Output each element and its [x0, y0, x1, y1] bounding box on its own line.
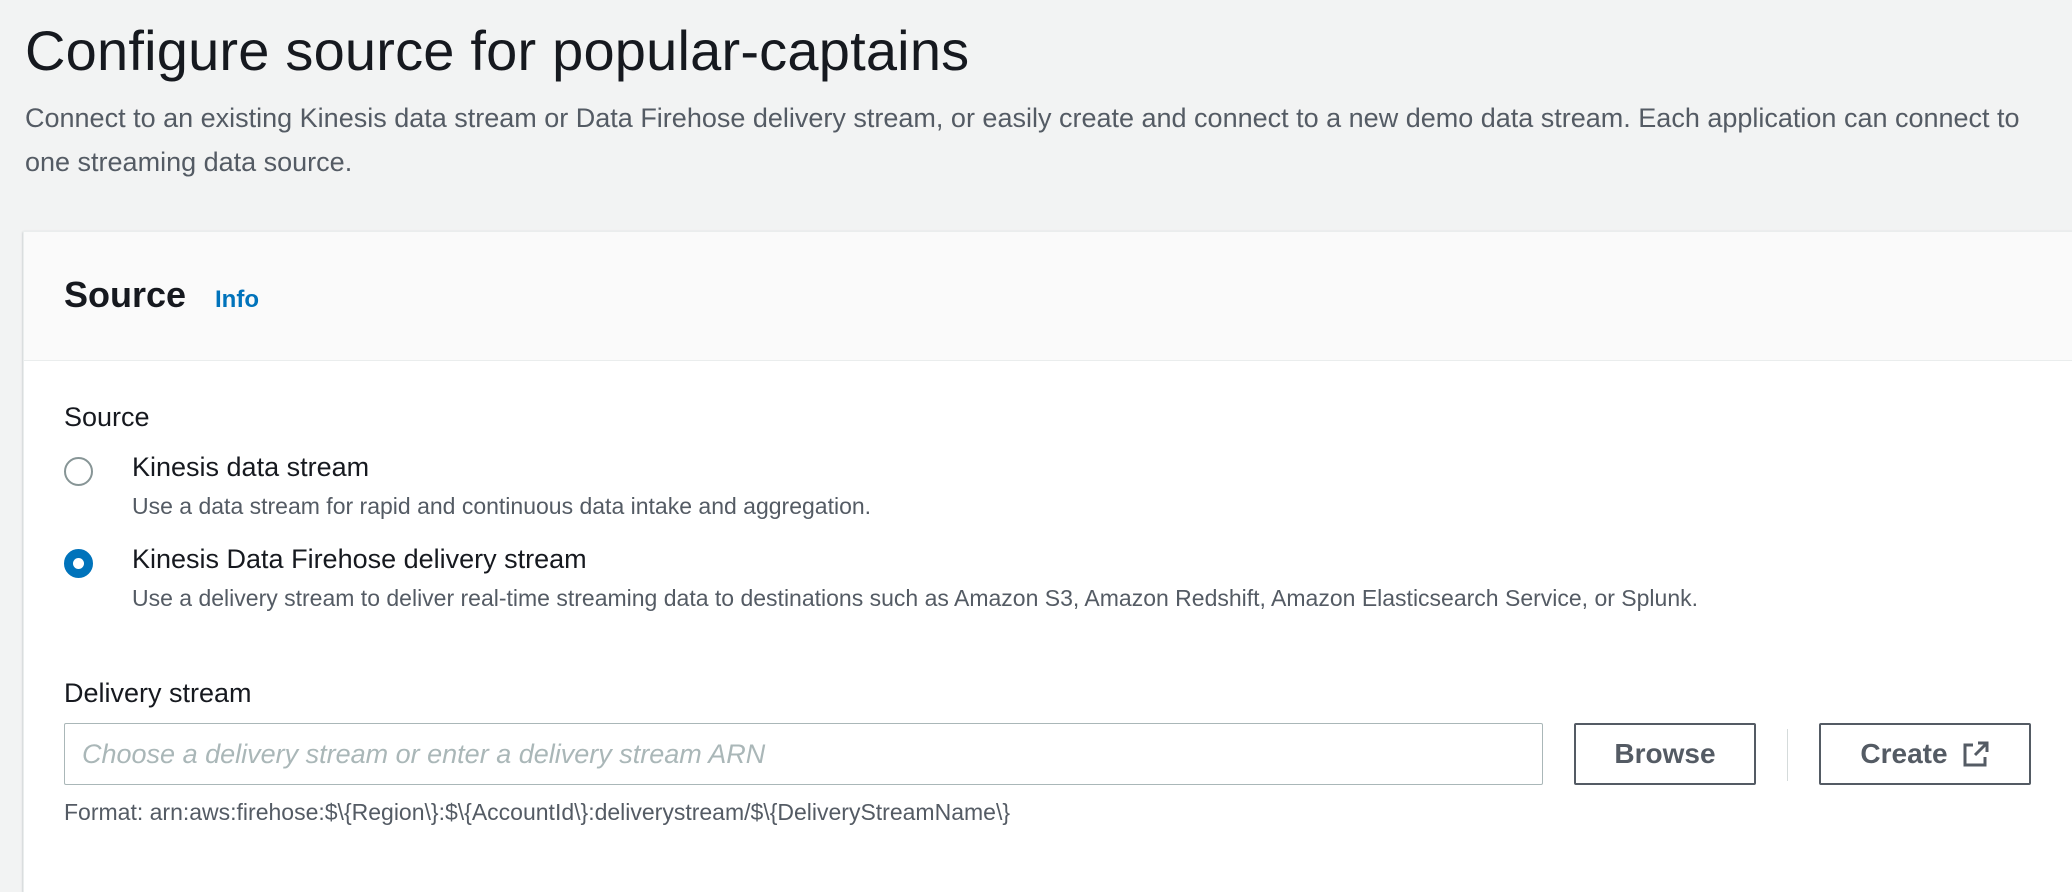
create-button-label: Create — [1860, 738, 1948, 769]
radio-option-kinesis[interactable]: Kinesis data stream Use a data stream fo… — [64, 452, 2044, 519]
info-link[interactable]: Info — [215, 286, 259, 314]
source-panel: Source Info Source Kinesis data stream U… — [23, 231, 2072, 892]
page-title: Configure source for popular-captains — [25, 19, 970, 82]
external-link-icon — [1962, 740, 1990, 768]
panel-header: Source Info — [24, 232, 2072, 361]
panel-title: Source — [64, 274, 187, 315]
browse-button-label: Browse — [1614, 738, 1716, 769]
delivery-stream-input[interactable] — [64, 723, 1543, 785]
radio-firehose-delivery-stream[interactable] — [64, 549, 93, 578]
radio-description-kinesis: Use a data stream for rapid and continuo… — [132, 493, 872, 519]
format-hint: Format: arn:aws:firehose:$\{Region\}:$\{… — [64, 799, 1011, 825]
radio-kinesis-data-stream[interactable] — [64, 457, 93, 486]
radio-option-firehose[interactable]: Kinesis Data Firehose delivery stream Us… — [64, 544, 2044, 611]
button-divider — [1787, 729, 1788, 781]
source-field-label: Source — [64, 402, 150, 432]
radio-description-firehose: Use a delivery stream to deliver real-ti… — [132, 585, 1699, 611]
browse-button[interactable]: Browse — [1574, 723, 1756, 785]
delivery-stream-label: Delivery stream — [64, 678, 252, 708]
radio-label-kinesis[interactable]: Kinesis data stream — [132, 452, 369, 483]
create-button[interactable]: Create — [1819, 723, 2031, 785]
page-description: Connect to an existing Kinesis data stre… — [25, 103, 2020, 177]
radio-label-firehose[interactable]: Kinesis Data Firehose delivery stream — [132, 544, 587, 575]
